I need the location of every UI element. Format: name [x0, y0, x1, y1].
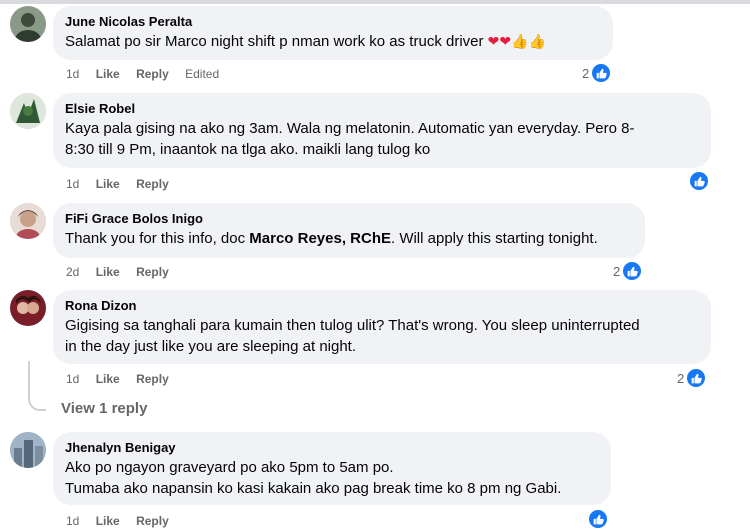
comment-text: Salamat po sir Marco night shift p nman …	[65, 33, 547, 50]
reaction-count: 2	[582, 65, 590, 81]
comment-author[interactable]: Rona Dizon	[65, 297, 699, 314]
like-thumb-icon	[686, 368, 707, 388]
comment-time[interactable]: 1d	[66, 67, 79, 81]
reaction-summary[interactable]: 2	[677, 368, 707, 388]
comment-author[interactable]: Jhenalyn Benigay	[65, 439, 599, 456]
comment-text-line: Ako po ngayon graveyard po ako 5pm to 5a…	[65, 459, 394, 476]
reply-button[interactable]: Reply	[136, 177, 169, 191]
avatar[interactable]	[10, 290, 46, 326]
red-heart-icon: ❤	[487, 33, 500, 49]
comment-text-line: in the day just like you are sleeping at…	[65, 338, 357, 355]
comment-actions: 1d Like Reply Edited	[66, 66, 232, 82]
comment-text-line: Gigising sa tanghali para kumain then tu…	[65, 317, 640, 334]
comment-bubble: June Nicolas Peralta Salamat po sir Marc…	[53, 6, 613, 60]
like-thumb-icon	[588, 509, 608, 529]
edited-label: Edited	[185, 67, 220, 81]
reply-button[interactable]: Reply	[136, 265, 169, 279]
like-thumb-icon	[689, 171, 709, 191]
reply-thread-connector	[28, 361, 46, 411]
comment-time[interactable]: 1d	[66, 372, 79, 386]
avatar[interactable]	[10, 203, 46, 239]
red-heart-icon: ❤	[499, 33, 512, 49]
like-button[interactable]: Like	[96, 67, 120, 81]
top-divider	[0, 0, 750, 4]
reaction-summary[interactable]: 2	[582, 63, 612, 83]
reaction-count: 2	[613, 263, 621, 279]
comment-bubble: Elsie Robel Kaya pala gising na ako ng 3…	[53, 93, 711, 168]
comment-bubble: FiFi Grace Bolos Inigo Thank you for thi…	[53, 203, 645, 258]
reaction-summary[interactable]	[588, 509, 608, 529]
comment-bubble: Jhenalyn Benigay Ako po ngayon graveyard…	[53, 432, 611, 505]
like-button[interactable]: Like	[96, 514, 120, 528]
reply-button[interactable]: Reply	[136, 372, 169, 386]
comment-author[interactable]: June Nicolas Peralta	[65, 13, 601, 30]
comment-text: Thank you for this info, doc Marco Reyes…	[65, 230, 598, 247]
reply-button[interactable]: Reply	[136, 67, 169, 81]
avatar[interactable]	[10, 432, 46, 468]
like-thumb-icon	[591, 63, 612, 83]
comment-time[interactable]: 1d	[66, 177, 79, 191]
reaction-count: 2	[677, 370, 685, 386]
thumbs-up-icon: 👍	[511, 33, 529, 49]
comment-actions: 1d Like Reply	[66, 176, 182, 192]
view-replies-link[interactable]: View 1 reply	[61, 400, 147, 417]
avatar[interactable]	[10, 93, 46, 129]
like-button[interactable]: Like	[96, 177, 120, 191]
comment-time[interactable]: 1d	[66, 514, 79, 528]
like-thumb-icon	[622, 261, 643, 281]
comment-actions: 1d Like Reply	[66, 513, 182, 529]
comment-actions: 2d Like Reply	[66, 264, 182, 280]
like-button[interactable]: Like	[96, 372, 120, 386]
comment-text-line: 8:30 till 9 Pm, inaantok na tlga ako. ma…	[65, 141, 431, 158]
reaction-summary[interactable]: 2	[613, 261, 643, 281]
emoji-suffix: ❤❤👍👍	[488, 33, 546, 49]
comment-bubble: Rona Dizon Gigising sa tanghali para kum…	[53, 290, 711, 364]
like-button[interactable]: Like	[96, 265, 120, 279]
comment-author[interactable]: FiFi Grace Bolos Inigo	[65, 210, 633, 227]
reply-button[interactable]: Reply	[136, 514, 169, 528]
mention-link[interactable]: Marco Reyes, RChE	[249, 230, 391, 247]
comment-text-line: Tumaba ako napansin ko kasi kakain ako p…	[65, 480, 562, 497]
comment-author[interactable]: Elsie Robel	[65, 100, 699, 117]
comment-actions: 1d Like Reply	[66, 371, 182, 387]
comment-text-line: Kaya pala gising na ako ng 3am. Wala ng …	[65, 120, 635, 137]
thumbs-up-icon: 👍	[528, 33, 547, 49]
reaction-summary[interactable]	[689, 171, 709, 191]
avatar[interactable]	[10, 6, 46, 42]
comment-time[interactable]: 2d	[66, 265, 79, 279]
